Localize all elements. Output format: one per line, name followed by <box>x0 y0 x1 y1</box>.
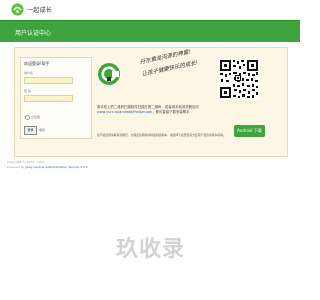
login-form: 欢迎登录!帮手 用户名 密 码 记住我 登录 重置 <box>20 57 92 139</box>
qr-code-icon <box>218 58 260 100</box>
login-title: 欢迎登录!帮手 <box>24 61 50 66</box>
download-note: 如不能使用请联系管理员，为保证您能够获得最新的版本，请选择下载安装官方应用下载到… <box>97 133 226 137</box>
app-logo-icon <box>98 63 120 85</box>
page-title: 用户认证中心 <box>15 30 52 37</box>
password-input[interactable] <box>24 95 73 102</box>
remember-me-radio[interactable] <box>25 115 30 120</box>
password-label: 密 码 <box>24 89 31 93</box>
logo-icon <box>11 3 24 16</box>
footer-powered-by: Powered by Jasig Central Authentication … <box>7 165 88 169</box>
apk-download-link[interactable]: www.yscc.tu/android/fhelper.apk <box>97 110 152 114</box>
login-button[interactable]: 登录 <box>24 126 37 135</box>
footer-copyright: Copyright © 2012 - 2013 <box>7 160 45 164</box>
username-label: 用户名 <box>24 71 34 75</box>
description-text-after: ，即可直接下载安装帮手 <box>152 110 190 114</box>
description-text-before: 用手机上的二维码扫描软件扫描左侧二维码，或者用手机浏览器访问 <box>97 105 199 109</box>
content-panel: 欢迎登录!帮手 用户名 密 码 记住我 登录 重置 丹东黄龙沟源的神童! 让孩子… <box>14 47 288 157</box>
android-download-button[interactable]: Android 下载 <box>234 125 265 137</box>
download-description: 用手机上的二维码扫描软件扫描左侧二维码，或者用手机浏览器访问www.yscc.t… <box>97 105 227 115</box>
cas-link[interactable]: Jasig Central Authentication Service 3.5… <box>25 165 88 169</box>
username-input[interactable] <box>24 77 73 84</box>
watermark-text: 玖收录 <box>116 237 186 262</box>
header-banner: 用户认证中心 <box>0 20 300 42</box>
reset-link[interactable]: 重置 <box>39 128 45 132</box>
top-bar: 一起成长 <box>0 0 300 20</box>
remember-me-label: 记住我 <box>31 115 41 119</box>
powered-by-prefix: Powered by <box>7 165 25 169</box>
logo-text: 一起成长 <box>27 7 53 14</box>
